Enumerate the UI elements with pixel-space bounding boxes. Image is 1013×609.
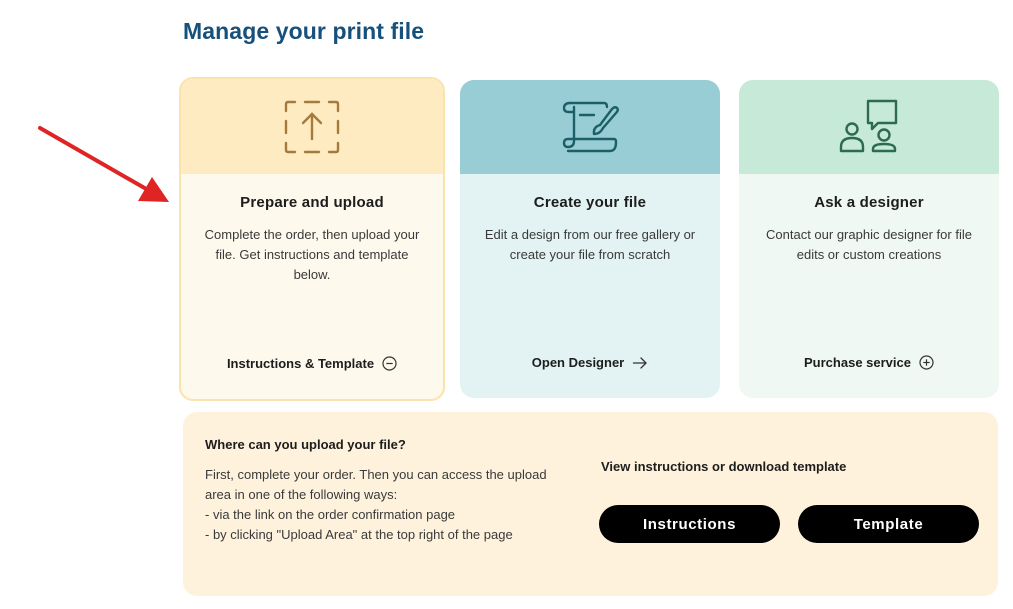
card-create-header	[460, 80, 720, 174]
card-ask-header	[739, 80, 999, 174]
plus-circle-icon	[919, 355, 934, 370]
link-label: Purchase service	[804, 355, 911, 370]
link-label: Open Designer	[531, 355, 625, 370]
instructions-button[interactable]: Instructions	[599, 505, 780, 543]
link-label: Instructions & Template	[226, 356, 375, 371]
card-create-your-file[interactable]: Create your file Edit a design from our …	[460, 80, 720, 398]
info-heading: Where can you upload your file?	[205, 437, 406, 452]
card-prepare-and-upload[interactable]: Prepare and upload Complete the order, t…	[179, 77, 445, 401]
open-designer-link[interactable]: Open Designer	[460, 355, 720, 370]
upload-frame-icon	[284, 100, 340, 153]
people-chat-icon	[839, 99, 898, 153]
card-title: Ask a designer	[814, 194, 924, 211]
card-ask-a-designer[interactable]: Ask a designer Contact our graphic desig…	[739, 80, 999, 398]
card-prepare-header	[181, 79, 443, 174]
card-title: Prepare and upload	[240, 194, 384, 211]
info-line: First, complete your order. Then you can…	[205, 467, 547, 482]
info-line: - by clicking "Upload Area" at the top r…	[205, 527, 513, 542]
red-arrow-icon	[38, 126, 169, 202]
arrow-right-icon	[633, 356, 647, 369]
info-line: - via the link on the order confirmation…	[205, 507, 456, 522]
instructions-template-link[interactable]: Instructions & Template	[181, 356, 443, 371]
card-title: Create your file	[533, 194, 647, 211]
minus-circle-icon	[382, 356, 397, 371]
upload-info-panel: Where can you upload your file? First, c…	[183, 412, 998, 596]
info-line: area in one of the following ways:	[205, 487, 398, 502]
scroll-brush-icon	[562, 101, 619, 153]
card-description: Contact our graphic designer for file ed…	[766, 227, 972, 262]
purchase-service-link[interactable]: Purchase service	[739, 355, 999, 370]
card-description: Edit a design from our free gallery or c…	[484, 227, 696, 262]
template-button[interactable]: Template	[798, 505, 979, 543]
page-title: Manage your print file	[183, 18, 425, 44]
card-description: Complete the order, then upload your fil…	[204, 227, 420, 282]
instructions-heading: View instructions or download template	[601, 459, 847, 474]
info-text: First, complete your order. Then you can…	[205, 465, 575, 545]
